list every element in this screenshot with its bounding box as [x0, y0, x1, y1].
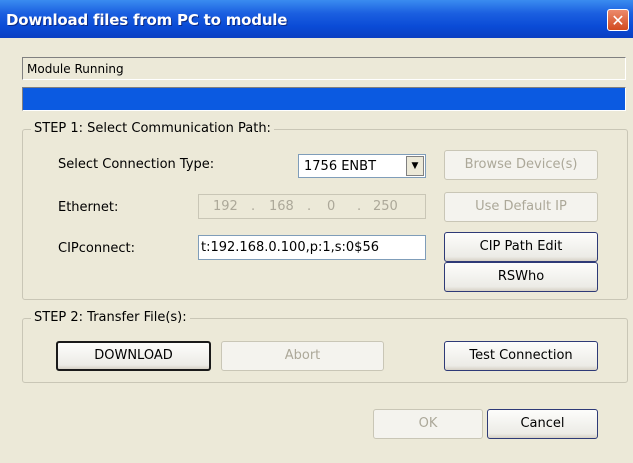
cipconnect-value: t:192.168.0.100,p:1,s:0$56 — [201, 240, 379, 255]
use-default-ip-button[interactable]: Use Default IP — [444, 192, 598, 222]
title-bar[interactable]: Download files from PC to module ✕ — [0, 0, 633, 38]
cipconnect-label: CIPconnect: — [58, 241, 135, 256]
ethernet-ip-field[interactable]: 192 . 168 . 0 . 250 — [198, 194, 426, 219]
download-dialog: Download files from PC to module ✕ Modul… — [0, 0, 633, 463]
ip-dot: . — [251, 199, 256, 214]
ip-dot: . — [307, 199, 312, 214]
connection-type-label: Select Connection Type: — [58, 157, 215, 172]
ethernet-label: Ethernet: — [58, 200, 119, 215]
ip-octet-1: 192 — [213, 199, 238, 214]
download-button[interactable]: DOWNLOAD — [56, 341, 211, 371]
rswho-button[interactable]: RSWho — [444, 262, 598, 292]
cip-path-edit-button[interactable]: CIP Path Edit — [444, 232, 598, 262]
ip-octet-4: 250 — [373, 199, 398, 214]
step1-title: STEP 1: Select Communication Path: — [31, 121, 274, 136]
progress-bar — [22, 87, 626, 111]
window-title: Download files from PC to module — [6, 11, 288, 29]
ok-button[interactable]: OK — [373, 409, 483, 439]
connection-type-select[interactable]: 1756 ENBT ▼ — [298, 154, 426, 178]
ip-dot: . — [357, 199, 362, 214]
progress-fill — [23, 88, 625, 110]
chevron-down-icon[interactable]: ▼ — [406, 156, 424, 176]
close-icon[interactable]: ✕ — [607, 9, 629, 31]
status-text: Module Running — [27, 62, 124, 76]
ip-octet-2: 168 — [269, 199, 294, 214]
connection-type-value: 1756 ENBT — [304, 159, 377, 174]
ip-octet-3: 0 — [327, 199, 336, 214]
abort-button[interactable]: Abort — [221, 341, 384, 371]
browse-devices-button[interactable]: Browse Device(s) — [444, 150, 598, 180]
status-box: Module Running — [22, 57, 626, 80]
cipconnect-input[interactable]: t:192.168.0.100,p:1,s:0$56 — [198, 235, 426, 260]
test-connection-button[interactable]: Test Connection — [444, 341, 598, 371]
step2-title: STEP 2: Transfer File(s): — [31, 310, 190, 325]
cancel-button[interactable]: Cancel — [487, 409, 598, 439]
